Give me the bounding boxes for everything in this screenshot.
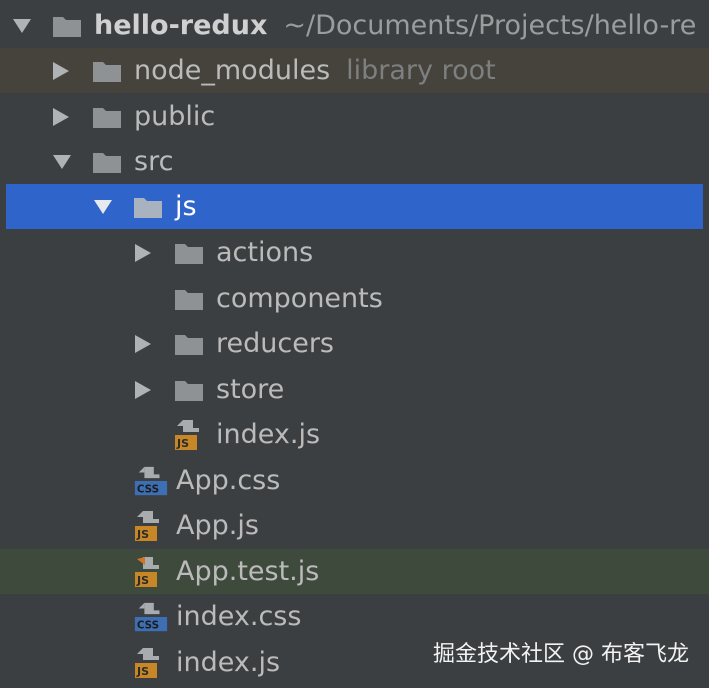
project-path: ~/Documents/Projects/hello-re xyxy=(283,10,697,41)
folder-icon xyxy=(52,3,86,48)
chevron-right-icon[interactable] xyxy=(134,230,160,275)
folder-icon xyxy=(92,139,126,184)
folder-icon xyxy=(92,94,126,139)
tree-item-label: index.js xyxy=(176,647,281,678)
tree-item-app-js[interactable]: JS App.js xyxy=(0,503,709,548)
svg-text:JS: JS xyxy=(136,665,149,678)
folder-icon xyxy=(174,230,208,275)
tree-item-label: src xyxy=(134,146,174,177)
js-file-icon: JS xyxy=(134,640,168,685)
chevron-placeholder xyxy=(94,503,120,548)
tree-item-node-modules[interactable]: node_modules library root xyxy=(0,48,709,93)
watermark-text: 掘金技术社区 @ 布客飞龙 xyxy=(433,642,689,667)
chevron-placeholder xyxy=(94,594,120,639)
tree-item-label: components xyxy=(216,283,383,314)
css-file-icon: CSS xyxy=(134,458,168,503)
svg-text:JS: JS xyxy=(136,528,149,541)
project-tree: hello-redux ~/Documents/Projects/hello-r… xyxy=(0,0,709,688)
tree-item-label: js xyxy=(175,191,197,222)
tree-item-label: actions xyxy=(216,237,314,268)
svg-text:CSS: CSS xyxy=(137,619,159,631)
svg-text:JS: JS xyxy=(176,437,189,450)
chevron-down-icon[interactable] xyxy=(93,184,119,229)
tree-item-components[interactable]: components xyxy=(0,276,709,321)
tree-item-hello-redux[interactable]: hello-redux ~/Documents/Projects/hello-r… xyxy=(0,3,709,48)
tree-item-label: reducers xyxy=(216,328,334,359)
tree-item-index-css[interactable]: CSS index.css xyxy=(0,594,709,639)
folder-icon xyxy=(133,184,167,229)
tree-item-label: hello-redux xyxy=(94,10,268,41)
tree-item-label: public xyxy=(134,101,216,132)
chevron-placeholder xyxy=(134,412,160,457)
tree-item-label: node_modules xyxy=(134,55,331,86)
css-file-icon: CSS xyxy=(134,594,168,639)
js-file-icon: JS xyxy=(134,503,168,548)
chevron-right-icon[interactable] xyxy=(52,48,78,93)
tree-item-app-test-js[interactable]: JS App.test.js xyxy=(0,549,709,594)
chevron-down-icon[interactable] xyxy=(52,139,78,184)
tree-item-store[interactable]: store xyxy=(0,367,709,412)
js-file-icon: JS xyxy=(174,412,208,457)
chevron-placeholder xyxy=(94,458,120,503)
folder-icon xyxy=(92,48,126,93)
test-file-icon: JS xyxy=(134,549,168,594)
folder-icon xyxy=(174,321,208,366)
chevron-placeholder xyxy=(134,276,160,321)
chevron-down-icon[interactable] xyxy=(12,3,38,48)
svg-text:JS: JS xyxy=(136,574,149,587)
tree-item-src[interactable]: src xyxy=(0,139,709,184)
tree-item-app-css[interactable]: CSS App.css xyxy=(0,458,709,503)
chevron-placeholder xyxy=(94,549,120,594)
folder-icon xyxy=(174,276,208,321)
svg-text:CSS: CSS xyxy=(137,483,159,495)
tree-item-label: index.css xyxy=(176,601,302,632)
tree-item-label: App.test.js xyxy=(176,556,320,587)
tree-item-actions[interactable]: actions xyxy=(0,230,709,275)
chevron-right-icon[interactable] xyxy=(134,367,160,412)
tree-item-js-index-js[interactable]: JS index.js xyxy=(0,412,709,457)
chevron-right-icon[interactable] xyxy=(134,321,160,366)
tree-item-label: App.css xyxy=(176,465,281,496)
tree-item-label: store xyxy=(216,374,285,405)
tree-item-label: App.js xyxy=(176,510,259,541)
tree-item-public[interactable]: public xyxy=(0,94,709,139)
folder-icon xyxy=(174,367,208,412)
chevron-placeholder xyxy=(94,640,120,685)
chevron-right-icon[interactable] xyxy=(52,94,78,139)
tree-item-js[interactable]: js xyxy=(6,184,703,229)
tree-item-reducers[interactable]: reducers xyxy=(0,321,709,366)
tree-item-label: index.js xyxy=(216,419,321,450)
library-root-hint: library root xyxy=(346,55,496,86)
